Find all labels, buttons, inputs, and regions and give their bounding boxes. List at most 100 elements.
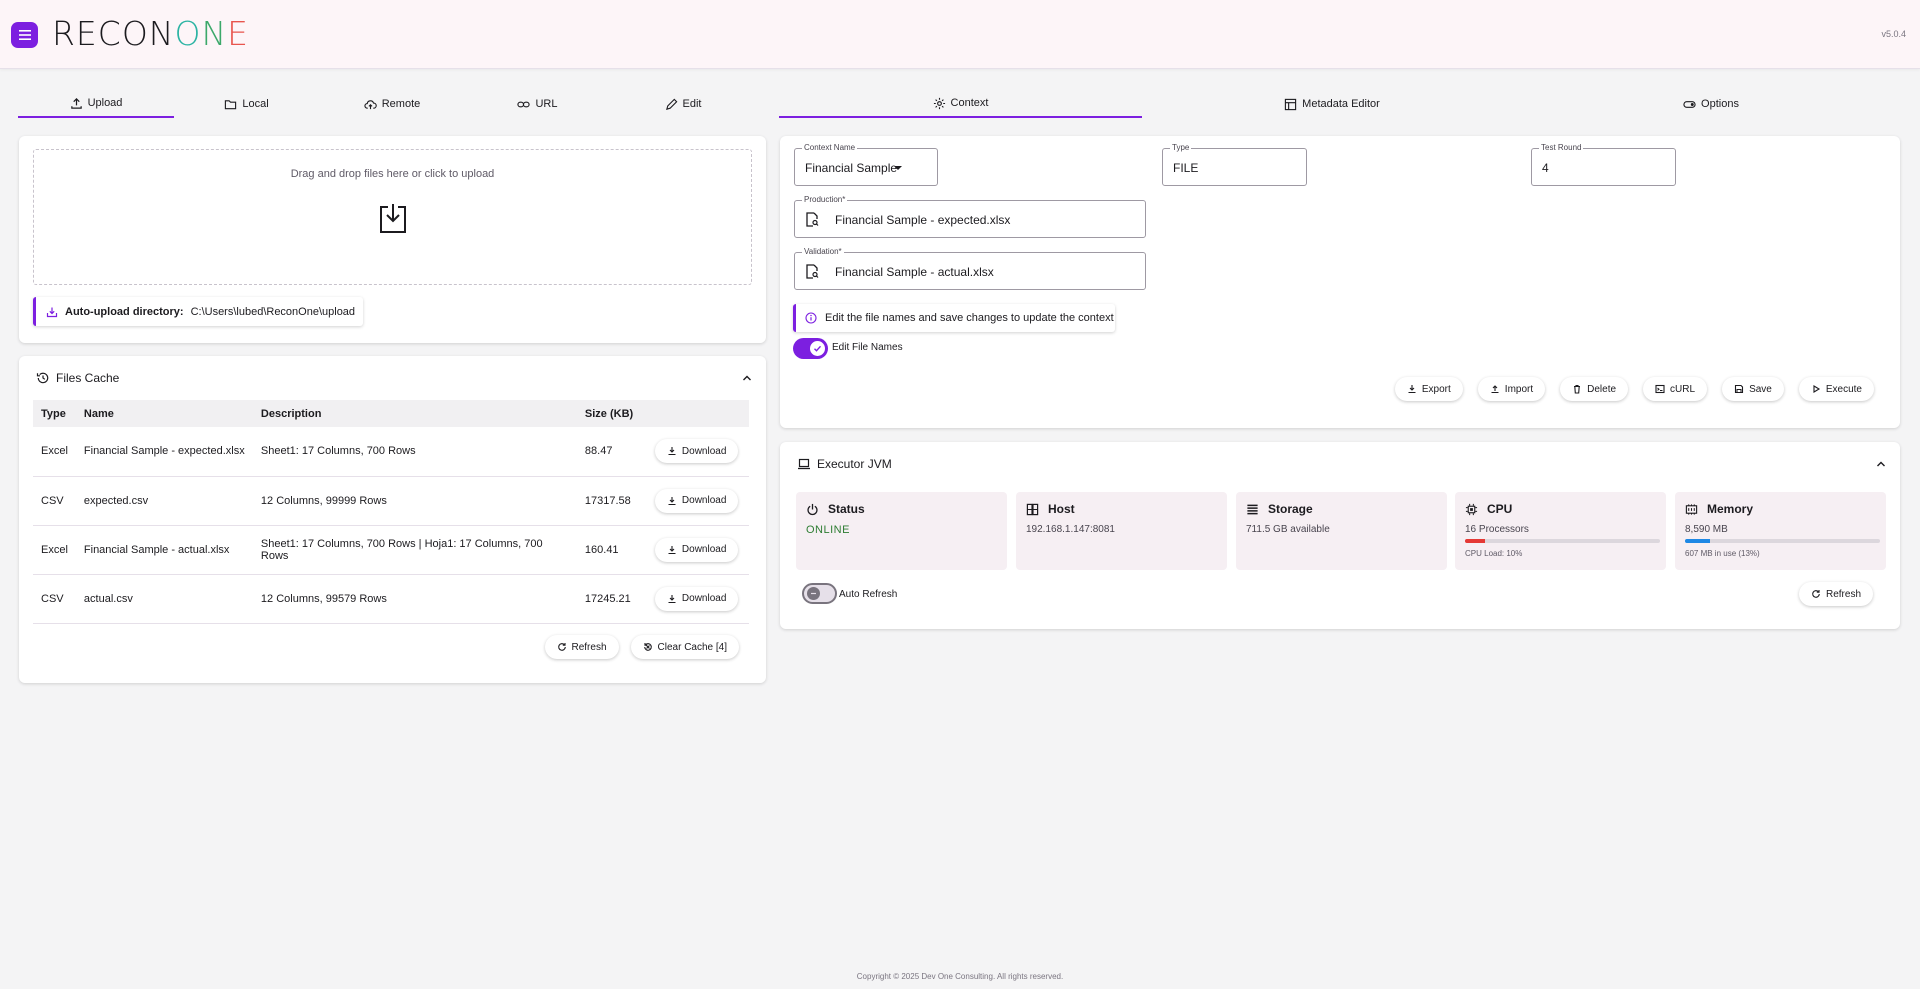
- memory-usage-bar: [1685, 539, 1880, 543]
- download-icon: [1408, 385, 1416, 394]
- production-field[interactable]: Production* Financial Sample - expected.…: [794, 195, 1146, 238]
- cpu-load-text: CPU Load: 10%: [1465, 549, 1523, 558]
- execute-button[interactable]: Execute: [1798, 377, 1874, 401]
- edit-file-names-label: Edit File Names: [832, 342, 903, 353]
- cpu-icon: [1465, 503, 1478, 515]
- storage-icon: [1247, 504, 1258, 514]
- files-cache-title: Files Cache: [36, 371, 119, 385]
- cpu-load-fill: [1465, 539, 1485, 543]
- tab-url[interactable]: URL: [465, 90, 610, 118]
- test-round-field[interactable]: Test Round 4: [1531, 143, 1676, 186]
- hamburger-icon: [18, 30, 31, 40]
- clear-cache-button[interactable]: Clear Cache [4]: [630, 635, 739, 659]
- status-panel: Status ONLINE: [796, 492, 1007, 570]
- tab-edit[interactable]: Edit: [610, 90, 756, 118]
- gear-icon: [933, 97, 945, 109]
- chevron-up-icon[interactable]: [741, 372, 753, 384]
- laptop-icon: [798, 458, 810, 470]
- tab-context[interactable]: Context: [779, 90, 1142, 118]
- download-button[interactable]: Download: [654, 439, 739, 464]
- toggle-icon: [1683, 100, 1696, 108]
- upload-card: Drag and drop files here or click to upl…: [19, 136, 766, 343]
- cache-actions: Refresh Clear Cache [4]: [544, 635, 739, 659]
- left-tabbar: Upload Local Remote URL Edit: [18, 90, 756, 122]
- context-name-select[interactable]: Context Name Financial Sample: [794, 143, 938, 186]
- toggle-knob: [807, 587, 820, 600]
- auto-refresh-label: Auto Refresh: [839, 589, 898, 600]
- cpu-load-bar: [1465, 539, 1660, 543]
- validation-field[interactable]: Validation* Financial Sample - actual.xl…: [794, 247, 1146, 290]
- memory-panel: Memory 8,590 MB 607 MB in use (13%): [1675, 492, 1886, 570]
- refresh-icon: [557, 643, 566, 651]
- file-search-icon: [806, 264, 819, 279]
- table-edit-icon: [1285, 98, 1297, 110]
- chevron-up-icon[interactable]: [1875, 458, 1887, 470]
- delete-button[interactable]: Delete: [1560, 377, 1629, 401]
- tab-upload[interactable]: Upload: [18, 90, 174, 118]
- power-icon: [807, 503, 818, 515]
- chevron-down-icon: [894, 166, 902, 170]
- right-tabbar: Context Metadata Editor Options: [779, 90, 1900, 122]
- toggle-knob: [810, 341, 825, 356]
- download-icon: [668, 496, 676, 505]
- table-row: CSV expected.csv 12 Columns, 99999 Rows …: [33, 476, 749, 526]
- pencil-icon: [665, 98, 677, 110]
- history-clear-icon: [643, 643, 652, 651]
- file-search-icon: [806, 212, 819, 227]
- download-button[interactable]: Download: [654, 586, 739, 611]
- executor-title: Executor JVM: [797, 457, 892, 471]
- download-icon: [668, 447, 676, 456]
- download-tray-icon: [380, 204, 406, 233]
- storage-value: 711.5 GB available: [1246, 524, 1330, 535]
- minus-icon: [811, 592, 816, 595]
- files-cache-card: Files Cache Type Name Description Size (…: [19, 356, 766, 683]
- app-logo: RECONONE: [52, 14, 250, 53]
- tab-metadata-editor[interactable]: Metadata Editor: [1142, 90, 1522, 118]
- refresh-executor-button[interactable]: Refresh: [1798, 582, 1873, 606]
- dropzone-text: Drag and drop files here or click to upl…: [290, 168, 495, 180]
- curl-button[interactable]: cURL: [1643, 377, 1708, 401]
- download-button[interactable]: Download: [654, 488, 739, 513]
- save-button[interactable]: Save: [1722, 377, 1784, 401]
- folder-icon: [225, 99, 237, 109]
- host-panel: Host 192.168.1.147:8081: [1016, 492, 1227, 570]
- storage-panel: Storage 711.5 GB available: [1236, 492, 1447, 570]
- import-button[interactable]: Import: [1477, 377, 1546, 401]
- trash-icon: [1574, 384, 1581, 394]
- dns-icon: [1026, 503, 1039, 515]
- save-icon: [1735, 384, 1744, 394]
- refresh-icon: [1812, 590, 1820, 598]
- edit-file-names-toggle[interactable]: [793, 338, 828, 359]
- export-button[interactable]: Export: [1394, 377, 1463, 401]
- history-icon: [36, 372, 49, 384]
- tray-download-icon: [46, 307, 58, 317]
- auto-upload-path: C:\Users\lubed\ReconOne\upload: [190, 305, 356, 318]
- executor-card: Executor JVM Status ONLINE Host 192.168.…: [780, 442, 1900, 629]
- status-value: ONLINE: [806, 524, 850, 536]
- link-icon: [517, 101, 531, 107]
- type-field[interactable]: Type FILE: [1162, 143, 1307, 186]
- menu-button[interactable]: [11, 22, 38, 48]
- memory-usage-fill: [1685, 539, 1711, 543]
- upload-dropzone[interactable]: Drag and drop files here or click to upl…: [33, 149, 752, 285]
- download-button[interactable]: Download: [654, 537, 739, 562]
- info-icon: [805, 312, 817, 324]
- memory-value: 8,590 MB: [1685, 524, 1728, 535]
- upload-icon: [70, 97, 82, 109]
- play-icon: [1813, 385, 1820, 393]
- cpu-value: 16 Processors: [1465, 524, 1529, 535]
- refresh-cache-button[interactable]: Refresh: [544, 635, 619, 659]
- tab-options[interactable]: Options: [1522, 90, 1900, 118]
- auto-refresh-toggle[interactable]: [802, 583, 837, 604]
- auto-upload-notice: Auto-upload directory: C:\Users\lubed\Re…: [33, 297, 364, 326]
- tab-remote[interactable]: Remote: [319, 90, 465, 118]
- table-row: Excel Financial Sample - actual.xlsx She…: [33, 525, 749, 575]
- app-version: v5.0.4: [1881, 29, 1906, 39]
- host-value: 192.168.1.147:8081: [1026, 524, 1115, 535]
- table-row: Excel Financial Sample - expected.xlsx S…: [33, 427, 749, 477]
- app-header: RECONONE v5.0.4: [0, 0, 1920, 69]
- cpu-panel: CPU 16 Processors CPU Load: 10%: [1455, 492, 1666, 570]
- tab-local[interactable]: Local: [174, 90, 319, 118]
- footer-copyright: Copyright © 2025 Dev One Consulting. All…: [856, 972, 1064, 981]
- context-actions: Export Import Delete cURL Save Execute: [1394, 377, 1874, 401]
